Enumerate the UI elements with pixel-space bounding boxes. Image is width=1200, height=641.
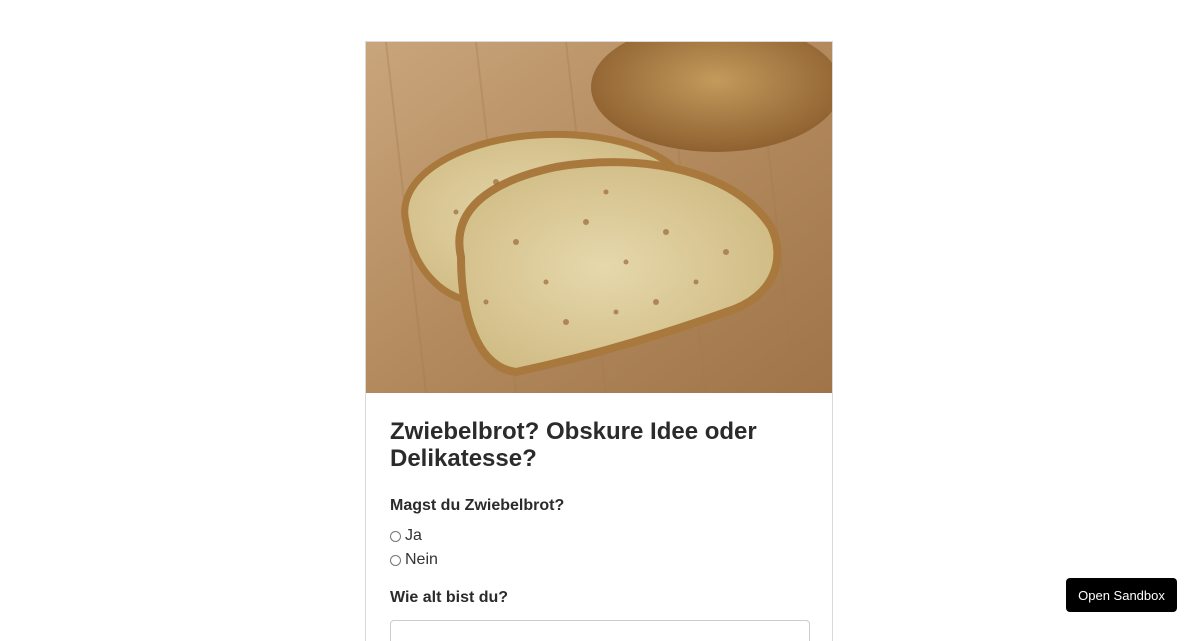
- survey-card: Zwiebelbrot? Obskure Idee oder Delikates…: [365, 41, 833, 641]
- question-likes-onion-bread: Magst du Zwiebelbrot?: [390, 497, 565, 514]
- radio-ja[interactable]: [390, 530, 401, 542]
- open-sandbox-button[interactable]: Open Sandbox: [1066, 578, 1177, 612]
- age-input[interactable]: [390, 620, 810, 641]
- radio-label-ja: Ja: [405, 527, 422, 544]
- survey-title: Zwiebelbrot? Obskure Idee oder Delikates…: [390, 418, 757, 472]
- onion-bread-image: [366, 42, 832, 393]
- survey-content: Zwiebelbrot? Obskure Idee oder Delikates…: [390, 418, 810, 641]
- radio-label-nein: Nein: [405, 551, 438, 568]
- radio-option-ja[interactable]: Ja: [390, 524, 810, 548]
- radio-group: Ja Nein: [390, 524, 810, 572]
- radio-nein[interactable]: [390, 554, 401, 566]
- radio-option-nein[interactable]: Nein: [390, 548, 810, 572]
- question-age: Wie alt bist du?: [390, 589, 509, 606]
